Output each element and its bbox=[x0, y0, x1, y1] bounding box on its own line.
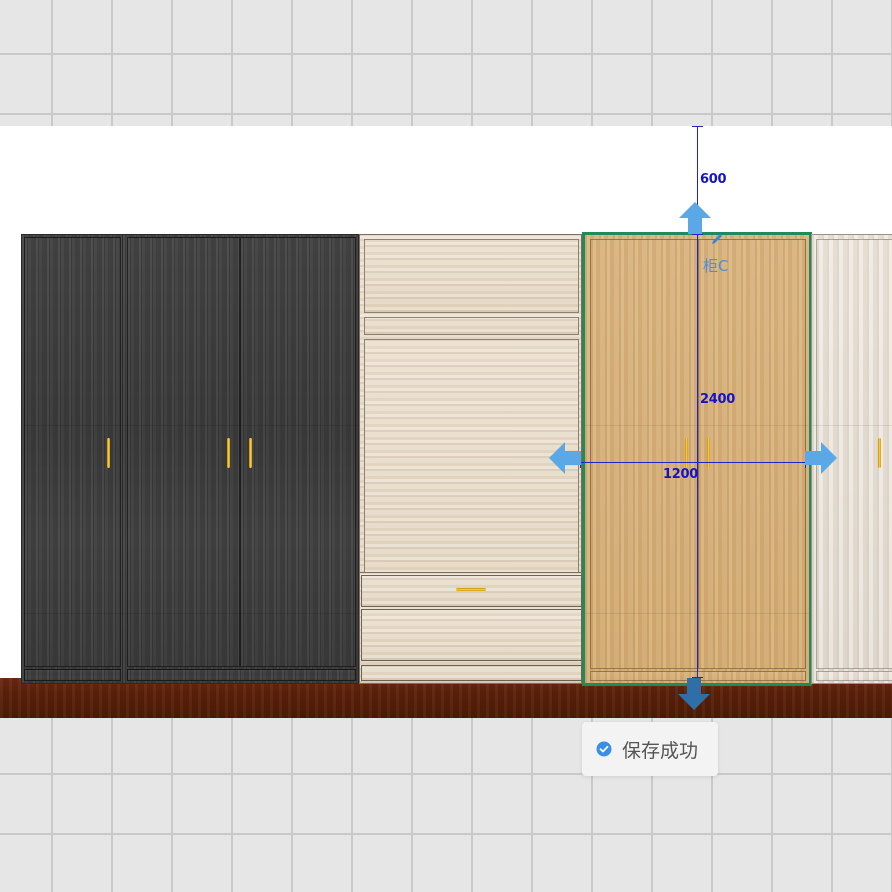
resize-down-arrow-icon[interactable] bbox=[676, 676, 712, 712]
door-handle bbox=[707, 438, 710, 468]
cabinet-b[interactable] bbox=[122, 234, 359, 684]
cabinet-c-left-door[interactable] bbox=[590, 239, 698, 669]
dimension-tick bbox=[692, 126, 703, 127]
width-dimension[interactable]: 1200 bbox=[663, 467, 698, 482]
horizontal-dimension-line bbox=[580, 462, 806, 463]
check-circle-icon bbox=[596, 741, 612, 757]
drawer-handle bbox=[456, 588, 486, 591]
cabinet-c-right-door[interactable] bbox=[698, 239, 806, 669]
cabinet-light-base bbox=[361, 665, 582, 681]
door-handle bbox=[878, 438, 881, 468]
height-dimension[interactable]: 2400 bbox=[700, 392, 735, 407]
top-gap-dimension[interactable]: 600 bbox=[700, 172, 727, 187]
door-handle bbox=[227, 438, 230, 468]
cabinet-light-lower[interactable] bbox=[359, 572, 582, 684]
cabinet-light-upper-panel[interactable] bbox=[364, 317, 579, 335]
cabinet-a-base bbox=[24, 669, 121, 681]
resize-up-arrow-icon[interactable] bbox=[677, 200, 713, 236]
cabinet-light-top-panel[interactable] bbox=[364, 239, 579, 313]
door-handle bbox=[249, 438, 252, 468]
floor bbox=[0, 678, 892, 718]
door-handle bbox=[685, 438, 688, 468]
toast-message: 保存成功 bbox=[622, 739, 699, 762]
cabinet-b-right-door[interactable] bbox=[240, 237, 356, 667]
cabinet-a[interactable] bbox=[21, 234, 124, 684]
cabinet-light-bottom-panel[interactable] bbox=[361, 609, 582, 661]
cabinet-b-left-door[interactable] bbox=[127, 237, 240, 667]
cabinet-b-base bbox=[127, 669, 356, 681]
resize-right-arrow-icon[interactable] bbox=[803, 440, 839, 476]
cabinet-pale-base bbox=[816, 671, 892, 681]
door-handle bbox=[107, 438, 110, 468]
resize-left-arrow-icon[interactable] bbox=[547, 440, 583, 476]
cabinet-light-drawer-2[interactable] bbox=[361, 575, 582, 607]
selected-cabinet-label[interactable]: 柜C bbox=[703, 255, 728, 276]
save-success-toast: 保存成功 bbox=[582, 722, 718, 776]
design-canvas[interactable]: 600 2400 1200 柜C bbox=[0, 126, 892, 718]
